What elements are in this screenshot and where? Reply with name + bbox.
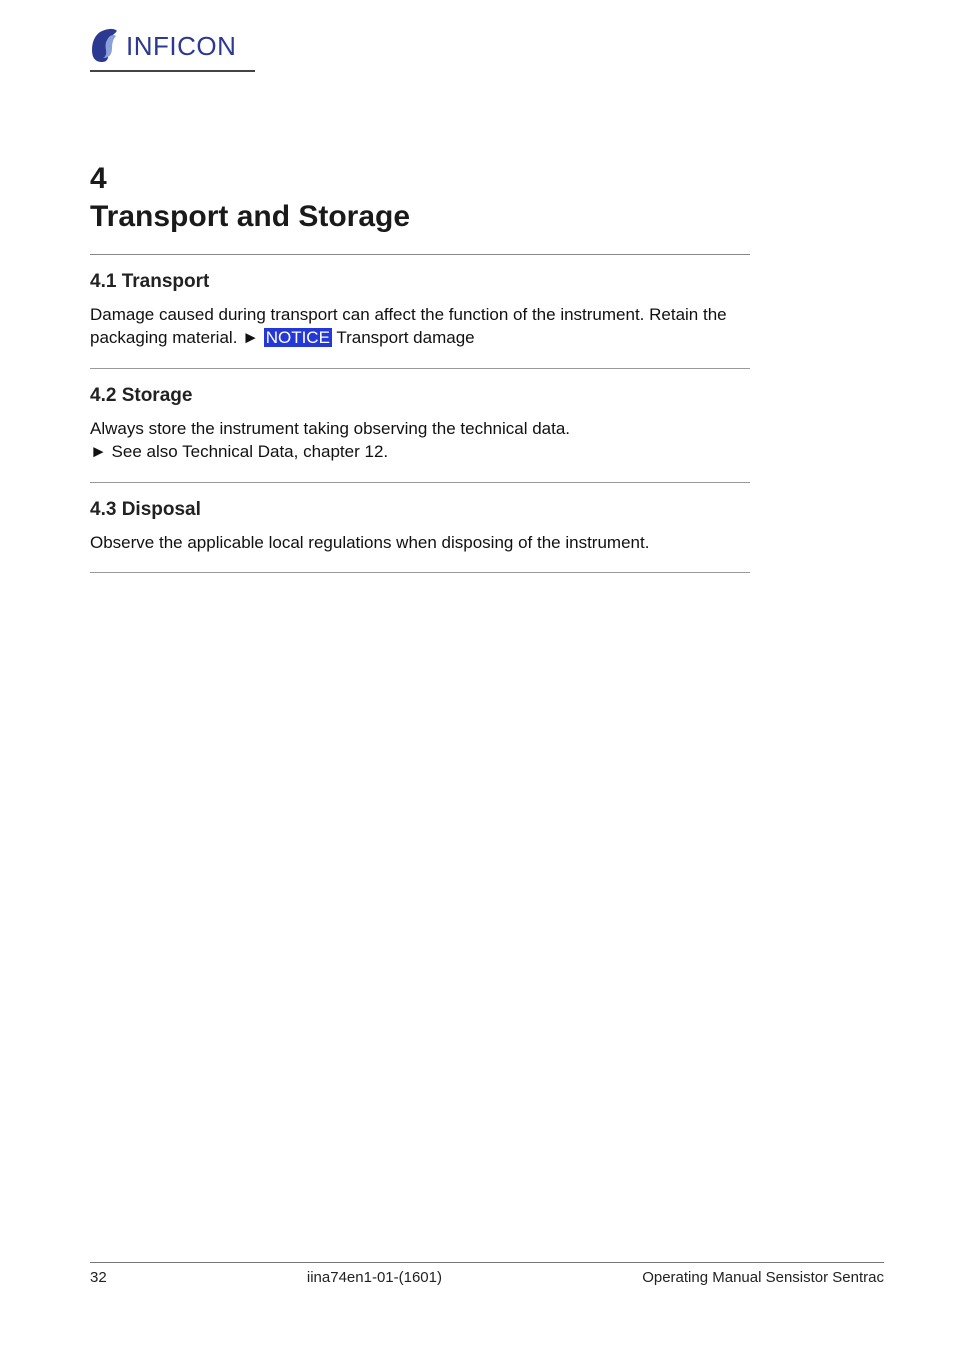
logo-underline xyxy=(90,70,255,72)
subsection-divider xyxy=(90,368,750,369)
page-number: 32 xyxy=(90,1269,107,1286)
subsection-body: Damage caused during transport can affec… xyxy=(90,303,750,350)
logo-text: INFICON xyxy=(126,31,236,62)
subsection-heading: 4.3 Disposal xyxy=(90,499,750,521)
doc-id: iina74en1-01-(1601) xyxy=(307,1269,442,1286)
logo-icon xyxy=(90,28,120,64)
section-number: 4 xyxy=(90,162,750,196)
subsection-body: Always store the instrument taking obser… xyxy=(90,417,750,464)
subsection-disposal: 4.3 Disposal Observe the applicable loca… xyxy=(90,499,750,554)
section-title: Transport and Storage xyxy=(90,200,750,234)
footer-divider xyxy=(90,1262,884,1263)
doc-title: Operating Manual Sensistor Sentrac xyxy=(642,1269,884,1286)
subsection-heading: 4.2 Storage xyxy=(90,385,750,407)
subsection-heading: 4.1 Transport xyxy=(90,271,750,293)
section-divider xyxy=(90,254,750,255)
subsection-transport: 4.1 Transport Damage caused during trans… xyxy=(90,271,750,350)
subsection-storage: 4.2 Storage Always store the instrument … xyxy=(90,385,750,464)
subsection-divider xyxy=(90,482,750,483)
body-text-suffix: Transport damage xyxy=(332,328,475,347)
page-footer: 32 iina74en1-01-(1601) Operating Manual … xyxy=(90,1262,884,1286)
subsection-divider xyxy=(90,572,750,573)
subsection-body: Observe the applicable local regulations… xyxy=(90,531,750,554)
notice-link[interactable]: NOTICE xyxy=(264,328,332,347)
brand-logo: INFICON xyxy=(90,28,884,64)
